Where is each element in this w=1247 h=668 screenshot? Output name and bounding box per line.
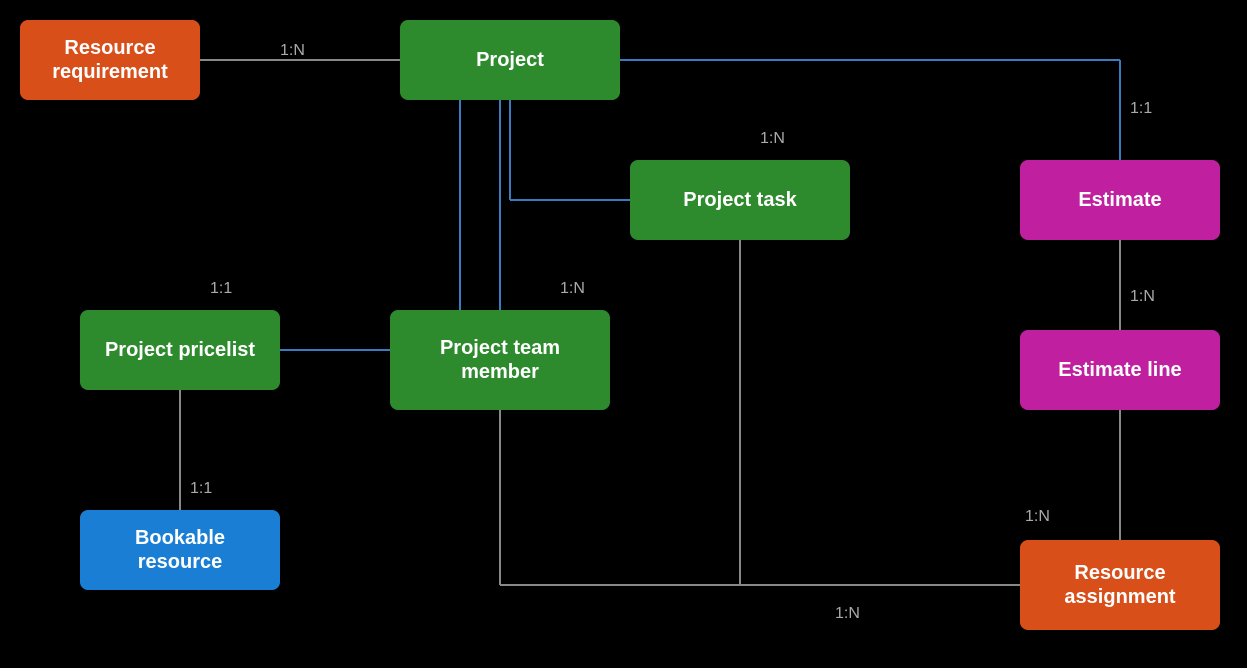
- diagram-container: Resource requirement Project Project tas…: [0, 0, 1247, 668]
- rel-project-estimate: 1:1: [1130, 100, 1152, 118]
- rel-pricelist-bookable: 1:1: [190, 480, 212, 498]
- resource-assignment-node: Resource assignment: [1020, 540, 1220, 630]
- estimate-node: Estimate: [1020, 160, 1220, 240]
- rel-project-team: 1:N: [560, 280, 585, 298]
- resource-requirement-node: Resource requirement: [20, 20, 200, 100]
- rel-estimateline-assignment: 1:N: [1025, 508, 1050, 526]
- estimate-line-label: Estimate line: [1058, 358, 1181, 382]
- project-task-node: Project task: [630, 160, 850, 240]
- project-pricelist-label: Project pricelist: [105, 338, 255, 362]
- project-team-member-node: Project team member: [390, 310, 610, 410]
- rel-project-task: 1:N: [760, 130, 785, 148]
- project-team-member-label: Project team member: [404, 336, 596, 384]
- bookable-resource-node: Bookable resource: [80, 510, 280, 590]
- rel-project-pricelist: 1:1: [210, 280, 232, 298]
- project-node: Project: [400, 20, 620, 100]
- resource-assignment-label: Resource assignment: [1034, 561, 1206, 609]
- rel-estimate-estimateline: 1:N: [1130, 288, 1155, 306]
- project-pricelist-node: Project pricelist: [80, 310, 280, 390]
- rel-task-assignment: 1:N: [835, 605, 860, 623]
- resource-requirement-label: Resource requirement: [34, 36, 186, 84]
- project-task-label: Project task: [683, 188, 796, 212]
- project-label: Project: [476, 48, 544, 72]
- bookable-resource-label: Bookable resource: [94, 526, 266, 574]
- rel-rr-project: 1:N: [280, 42, 305, 60]
- estimate-line-node: Estimate line: [1020, 330, 1220, 410]
- estimate-label: Estimate: [1078, 188, 1161, 212]
